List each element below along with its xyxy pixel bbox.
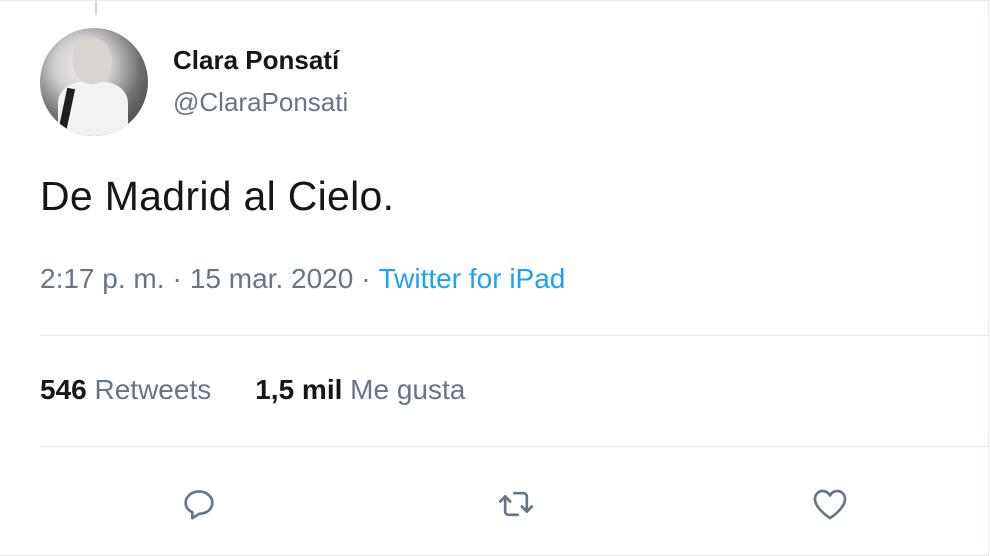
meta-separator: · xyxy=(361,263,371,294)
thread-line xyxy=(95,1,97,15)
avatar[interactable] xyxy=(40,28,148,136)
tweet-meta: 2:17 p. m. · 15 mar. 2020 · Twitter for iPad xyxy=(40,263,565,295)
tweet-time[interactable]: 2:17 p. m. xyxy=(40,263,165,294)
display-name[interactable]: Clara Ponsatí xyxy=(173,45,339,76)
user-handle[interactable]: @ClaraPonsati xyxy=(173,87,348,118)
tweet-stats: 546 Retweets 1,5 mil Me gusta xyxy=(40,374,465,406)
retweet-button[interactable] xyxy=(491,479,541,529)
reply-icon xyxy=(184,490,214,520)
retweets-label: Retweets xyxy=(94,374,212,405)
tweet-text: De Madrid al Cielo. xyxy=(40,173,395,219)
likes-label: Me gusta xyxy=(350,374,466,405)
like-button[interactable] xyxy=(805,479,855,529)
meta-separator: · xyxy=(172,263,182,294)
likes-count: 1,5 mil xyxy=(255,374,343,405)
likes-stat[interactable]: 1,5 mil Me gusta xyxy=(255,374,465,405)
tweet-date[interactable]: 15 mar. 2020 xyxy=(190,263,353,294)
retweets-stat[interactable]: 546 Retweets xyxy=(40,374,211,405)
retweet-icon xyxy=(498,491,534,517)
retweets-count: 546 xyxy=(40,374,87,405)
divider xyxy=(40,446,988,447)
reply-button[interactable] xyxy=(174,479,224,529)
avatar-face xyxy=(72,38,112,84)
heart-icon xyxy=(813,489,847,520)
tweet-source-link[interactable]: Twitter for iPad xyxy=(379,263,566,294)
tweet-card: Clara Ponsatí @ClaraPonsati De Madrid al… xyxy=(0,0,989,556)
divider xyxy=(40,335,988,336)
